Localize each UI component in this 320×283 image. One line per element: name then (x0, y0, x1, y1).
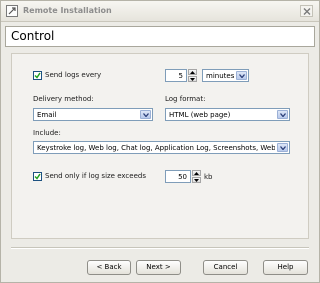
include-label: Include: (33, 129, 61, 137)
send-interval-input[interactable]: 5 (165, 69, 187, 82)
spin-up-button[interactable] (192, 170, 201, 176)
size-limit-checkbox[interactable] (33, 172, 42, 181)
chevron-down-icon (239, 74, 245, 78)
send-logs-checkbox[interactable] (33, 71, 42, 80)
include-dropdown[interactable]: Keystroke log, Web log, Chat log, Applic… (33, 141, 290, 154)
chevron-down-icon (280, 113, 286, 117)
size-limit-value: 50 (178, 173, 187, 181)
arrow-down-icon (190, 78, 195, 81)
next-button-label: Next > (146, 263, 171, 271)
cancel-button-label: Cancel (213, 263, 238, 271)
back-button-label: < Back (96, 263, 122, 271)
delivery-method-label: Delivery method: (33, 95, 94, 103)
delivery-method-value: Email (37, 111, 57, 119)
size-limit-spinner[interactable] (192, 170, 201, 183)
chevron-down-icon (143, 113, 149, 117)
title-bar: Remote Installation (1, 1, 319, 22)
footer-divider (11, 247, 309, 249)
include-dropdown-button[interactable] (277, 143, 288, 152)
log-format-value: HTML (web page) (169, 111, 231, 119)
interval-unit-dropdown[interactable]: minutes (202, 69, 249, 82)
include-value: Keystroke log, Web log, Chat log, Applic… (37, 144, 275, 152)
log-format-dropdown-button[interactable] (277, 110, 288, 119)
interval-unit-dropdown-button[interactable] (236, 71, 247, 80)
page-title: Control (11, 29, 55, 43)
arrow-up-icon (190, 71, 195, 74)
arrow-up-icon (194, 172, 199, 175)
log-format-dropdown[interactable]: HTML (web page) (165, 108, 290, 121)
chevron-down-icon (280, 146, 286, 150)
cancel-button[interactable]: Cancel (203, 260, 248, 275)
next-button[interactable]: Next > (136, 260, 181, 275)
window-title: Remote Installation (23, 6, 112, 15)
checkmark-icon (34, 173, 41, 180)
spin-up-button[interactable] (188, 69, 197, 75)
help-button[interactable]: Help (263, 260, 308, 275)
close-icon (303, 8, 311, 15)
send-interval-value: 5 (178, 72, 183, 80)
delivery-method-dropdown[interactable]: Email (33, 108, 153, 121)
size-unit-label: kb (204, 173, 213, 181)
back-button[interactable]: < Back (87, 260, 131, 275)
log-format-label: Log format: (165, 95, 206, 103)
arrow-down-icon (194, 179, 199, 182)
interval-unit-value: minutes (206, 72, 235, 80)
page-header: Control (5, 26, 315, 47)
remote-installation-window: Remote Installation Control Send logs ev… (0, 0, 320, 283)
close-button[interactable] (300, 5, 313, 17)
size-limit-label: Send only if log size exceeds (45, 172, 146, 180)
send-logs-label: Send logs every (45, 71, 102, 79)
spin-down-button[interactable] (192, 177, 201, 183)
checkmark-icon (34, 72, 41, 79)
app-icon (6, 5, 18, 17)
spin-down-button[interactable] (188, 76, 197, 82)
delivery-method-dropdown-button[interactable] (140, 110, 151, 119)
size-limit-input[interactable]: 50 (165, 170, 191, 183)
send-interval-spinner[interactable] (188, 69, 197, 82)
help-button-label: Help (277, 263, 294, 271)
